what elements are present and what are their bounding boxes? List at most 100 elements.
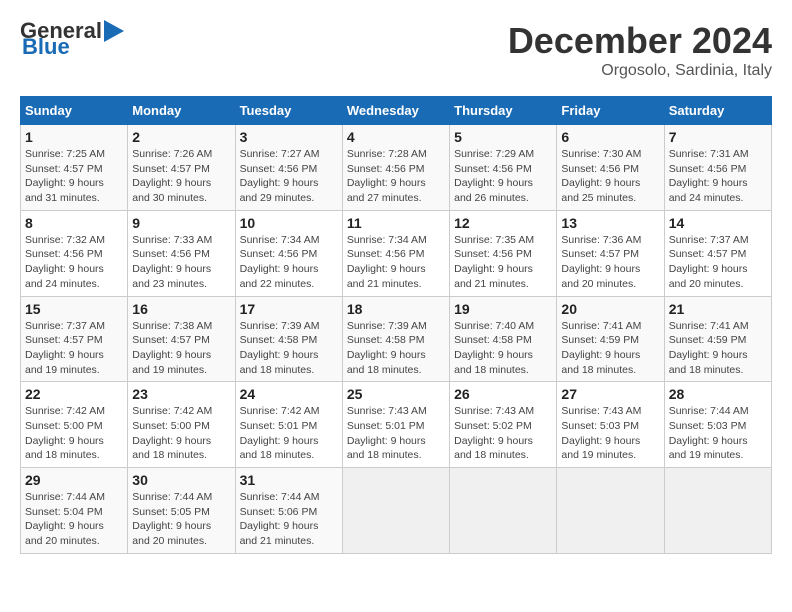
calendar-day-cell: 27 Sunrise: 7:43 AMSunset: 5:03 PMDayligh… xyxy=(557,382,664,468)
calendar-day-cell: 23 Sunrise: 7:42 AMSunset: 5:00 PMDayligh… xyxy=(128,382,235,468)
day-detail: Sunrise: 7:44 AMSunset: 5:06 PMDaylight:… xyxy=(240,490,338,549)
calendar-day-cell: 26 Sunrise: 7:43 AMSunset: 5:02 PMDayligh… xyxy=(450,382,557,468)
calendar-day-cell xyxy=(342,468,449,554)
day-detail: Sunrise: 7:39 AMSunset: 4:58 PMDaylight:… xyxy=(240,319,338,378)
calendar-day-cell: 30Sunrise: 7:44 AMSunset: 5:05 PMDayligh… xyxy=(128,468,235,554)
day-number: 17 xyxy=(240,301,338,317)
day-number: 18 xyxy=(347,301,445,317)
day-number: 22 xyxy=(25,386,123,402)
calendar-day-cell: 3Sunrise: 7:27 AMSunset: 4:56 PMDaylight… xyxy=(235,125,342,211)
day-detail: Sunrise: 7:41 AMSunset: 4:59 PMDaylight:… xyxy=(669,319,767,378)
day-detail: Sunrise: 7:26 AMSunset: 4:57 PMDaylight:… xyxy=(132,147,230,206)
day-number: 14 xyxy=(669,215,767,231)
day-detail: Sunrise: 7:37 AMSunset: 4:57 PMDaylight:… xyxy=(25,319,123,378)
page-header: General Blue December 2024 Orgosolo, Sar… xyxy=(20,20,772,80)
calendar-body: 1Sunrise: 7:25 AMSunset: 4:57 PMDaylight… xyxy=(21,125,772,554)
day-number: 31 xyxy=(240,472,338,488)
day-detail: Sunrise: 7:28 AMSunset: 4:56 PMDaylight:… xyxy=(347,147,445,206)
day-detail: Sunrise: 7:43 AMSunset: 5:02 PMDaylight:… xyxy=(454,404,552,463)
calendar-day-cell xyxy=(450,468,557,554)
title-area: December 2024 Orgosolo, Sardinia, Italy xyxy=(508,20,772,80)
calendar-day-cell: 31 Sunrise: 7:44 AMSunset: 5:06 PMDayligh… xyxy=(235,468,342,554)
calendar-day-cell: 18 Sunrise: 7:39 AMSunset: 4:58 PMDayligh… xyxy=(342,296,449,382)
day-detail: Sunrise: 7:42 AMSunset: 5:01 PMDaylight:… xyxy=(240,404,338,463)
day-detail: Sunrise: 7:27 AMSunset: 4:56 PMDaylight:… xyxy=(240,147,338,206)
calendar-day-cell: 9Sunrise: 7:33 AMSunset: 4:56 PMDaylight… xyxy=(128,210,235,296)
calendar-day-cell: 5Sunrise: 7:29 AMSunset: 4:56 PMDaylight… xyxy=(450,125,557,211)
calendar-week-row: 8 Sunrise: 7:32 AMSunset: 4:56 PMDaylight… xyxy=(21,210,772,296)
day-detail: Sunrise: 7:44 AMSunset: 5:03 PMDaylight:… xyxy=(669,404,767,463)
day-number: 2 xyxy=(132,129,230,145)
day-detail: Sunrise: 7:35 AMSunset: 4:56 PMDaylight:… xyxy=(454,233,552,292)
day-detail: Sunrise: 7:34 AMSunset: 4:56 PMDaylight:… xyxy=(347,233,445,292)
logo-arrow-icon xyxy=(104,20,134,42)
calendar-day-cell: 16 Sunrise: 7:38 AMSunset: 4:57 PMDayligh… xyxy=(128,296,235,382)
day-number: 10 xyxy=(240,215,338,231)
calendar-day-cell: 11 Sunrise: 7:34 AMSunset: 4:56 PMDayligh… xyxy=(342,210,449,296)
day-detail: Sunrise: 7:32 AMSunset: 4:56 PMDaylight:… xyxy=(25,233,123,292)
day-detail: Sunrise: 7:43 AMSunset: 5:01 PMDaylight:… xyxy=(347,404,445,463)
day-number: 15 xyxy=(25,301,123,317)
day-number: 8 xyxy=(25,215,123,231)
weekday-header-cell: Friday xyxy=(557,97,664,125)
calendar-day-cell: 25 Sunrise: 7:43 AMSunset: 5:01 PMDayligh… xyxy=(342,382,449,468)
calendar-day-cell: 2 Sunrise: 7:26 AMSunset: 4:57 PMDaylight… xyxy=(128,125,235,211)
weekday-header-cell: Saturday xyxy=(664,97,771,125)
calendar-day-cell: 12 Sunrise: 7:35 AMSunset: 4:56 PMDayligh… xyxy=(450,210,557,296)
day-detail: Sunrise: 7:31 AMSunset: 4:56 PMDaylight:… xyxy=(669,147,767,206)
day-number: 27 xyxy=(561,386,659,402)
calendar-day-cell: 15 Sunrise: 7:37 AMSunset: 4:57 PMDayligh… xyxy=(21,296,128,382)
calendar-day-cell: 21Sunrise: 7:41 AMSunset: 4:59 PMDayligh… xyxy=(664,296,771,382)
calendar-day-cell: 22 Sunrise: 7:42 AMSunset: 5:00 PMDayligh… xyxy=(21,382,128,468)
day-detail: Sunrise: 7:42 AMSunset: 5:00 PMDaylight:… xyxy=(132,404,230,463)
calendar-day-cell: 14 Sunrise: 7:37 AMSunset: 4:57 PMDayligh… xyxy=(664,210,771,296)
calendar-week-row: 22 Sunrise: 7:42 AMSunset: 5:00 PMDayligh… xyxy=(21,382,772,468)
day-number: 5 xyxy=(454,129,552,145)
day-number: 23 xyxy=(132,386,230,402)
calendar-table: SundayMondayTuesdayWednesdayThursdayFrid… xyxy=(20,96,772,554)
calendar-day-cell: 6 Sunrise: 7:30 AMSunset: 4:56 PMDaylight… xyxy=(557,125,664,211)
day-detail: Sunrise: 7:44 AMSunset: 5:05 PMDaylight:… xyxy=(132,490,230,549)
calendar-day-cell xyxy=(557,468,664,554)
calendar-day-cell: 8 Sunrise: 7:32 AMSunset: 4:56 PMDaylight… xyxy=(21,210,128,296)
day-number: 12 xyxy=(454,215,552,231)
day-number: 29 xyxy=(25,472,123,488)
day-detail: Sunrise: 7:43 AMSunset: 5:03 PMDaylight:… xyxy=(561,404,659,463)
day-number: 16 xyxy=(132,301,230,317)
weekday-header-cell: Wednesday xyxy=(342,97,449,125)
calendar-week-row: 1Sunrise: 7:25 AMSunset: 4:57 PMDaylight… xyxy=(21,125,772,211)
logo-text-blue: Blue xyxy=(20,36,70,58)
day-number: 24 xyxy=(240,386,338,402)
day-detail: Sunrise: 7:30 AMSunset: 4:56 PMDaylight:… xyxy=(561,147,659,206)
day-number: 7 xyxy=(669,129,767,145)
day-number: 26 xyxy=(454,386,552,402)
day-number: 6 xyxy=(561,129,659,145)
day-number: 20 xyxy=(561,301,659,317)
day-detail: Sunrise: 7:36 AMSunset: 4:57 PMDaylight:… xyxy=(561,233,659,292)
day-detail: Sunrise: 7:42 AMSunset: 5:00 PMDaylight:… xyxy=(25,404,123,463)
weekday-header-cell: Thursday xyxy=(450,97,557,125)
day-number: 4 xyxy=(347,129,445,145)
day-detail: Sunrise: 7:37 AMSunset: 4:57 PMDaylight:… xyxy=(669,233,767,292)
calendar-day-cell: 29 Sunrise: 7:44 AMSunset: 5:04 PMDayligh… xyxy=(21,468,128,554)
calendar-day-cell: 13 Sunrise: 7:36 AMSunset: 4:57 PMDayligh… xyxy=(557,210,664,296)
calendar-day-cell: 28Sunrise: 7:44 AMSunset: 5:03 PMDayligh… xyxy=(664,382,771,468)
calendar-day-cell: 7 Sunrise: 7:31 AMSunset: 4:56 PMDaylight… xyxy=(664,125,771,211)
day-detail: Sunrise: 7:39 AMSunset: 4:58 PMDaylight:… xyxy=(347,319,445,378)
day-number: 9 xyxy=(132,215,230,231)
weekday-header-row: SundayMondayTuesdayWednesdayThursdayFrid… xyxy=(21,97,772,125)
day-detail: Sunrise: 7:44 AMSunset: 5:04 PMDaylight:… xyxy=(25,490,123,549)
day-detail: Sunrise: 7:40 AMSunset: 4:58 PMDaylight:… xyxy=(454,319,552,378)
calendar-day-cell xyxy=(664,468,771,554)
logo: General Blue xyxy=(20,20,134,58)
day-detail: Sunrise: 7:38 AMSunset: 4:57 PMDaylight:… xyxy=(132,319,230,378)
day-number: 25 xyxy=(347,386,445,402)
day-number: 13 xyxy=(561,215,659,231)
weekday-header-cell: Tuesday xyxy=(235,97,342,125)
calendar-day-cell: 19Sunrise: 7:40 AMSunset: 4:58 PMDayligh… xyxy=(450,296,557,382)
calendar-week-row: 29 Sunrise: 7:44 AMSunset: 5:04 PMDayligh… xyxy=(21,468,772,554)
calendar-week-row: 15 Sunrise: 7:37 AMSunset: 4:57 PMDayligh… xyxy=(21,296,772,382)
calendar-day-cell: 1Sunrise: 7:25 AMSunset: 4:57 PMDaylight… xyxy=(21,125,128,211)
day-number: 11 xyxy=(347,215,445,231)
location-subtitle: Orgosolo, Sardinia, Italy xyxy=(508,62,772,80)
